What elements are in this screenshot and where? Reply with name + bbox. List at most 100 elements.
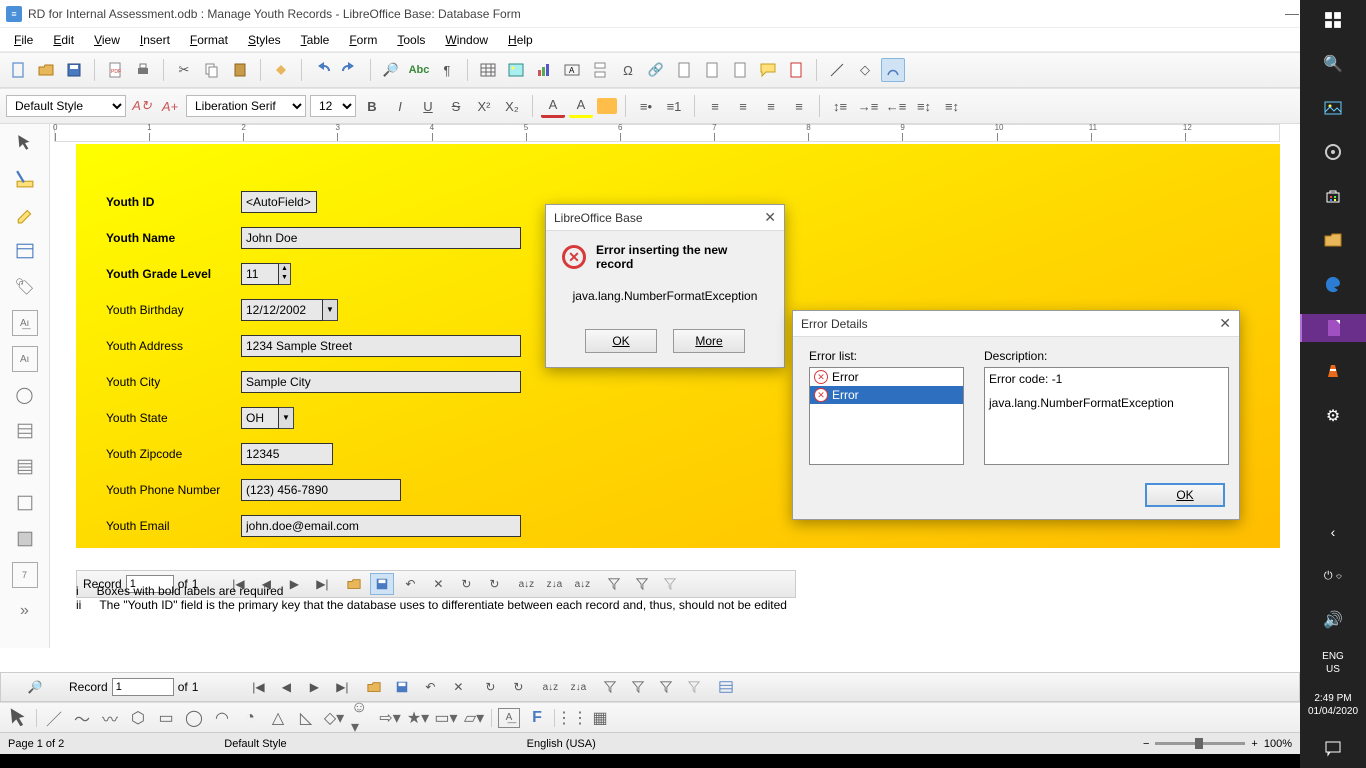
disc-taskbar-icon[interactable] <box>1319 138 1347 166</box>
radio-icon[interactable]: ◯ <box>12 382 38 408</box>
table-icon[interactable] <box>476 58 500 82</box>
field-email[interactable] <box>241 515 521 537</box>
symbol-shapes-icon[interactable]: ☺▾ <box>351 708 373 728</box>
draw-pie-icon[interactable]: ◔ <box>239 708 261 728</box>
paraspacing-dec-icon[interactable]: ≡↕ <box>940 94 964 118</box>
draw-arc-icon[interactable]: ◠ <box>211 708 233 728</box>
align-right-icon[interactable]: ≡ <box>759 94 783 118</box>
ruler-icon[interactable] <box>12 166 38 192</box>
refresh-control-icon2[interactable]: ↻ <box>506 676 530 698</box>
textfield2-icon[interactable]: Aι <box>12 346 38 372</box>
refresh-icon2[interactable]: ↻ <box>478 676 502 698</box>
field-address[interactable] <box>241 335 521 357</box>
trackchanges-icon[interactable] <box>784 58 808 82</box>
textfield-icon[interactable]: A͟ι <box>12 310 38 336</box>
menu-styles[interactable]: Styles <box>238 31 291 49</box>
edge-taskbar-icon[interactable] <box>1319 270 1347 298</box>
more-icon[interactable] <box>12 490 38 516</box>
grade-spinner[interactable]: ▲▼ <box>279 263 291 285</box>
arrow-shapes-icon[interactable]: ⇨▾ <box>379 708 401 728</box>
paraspacing-inc-icon[interactable]: ≡↕ <box>912 94 936 118</box>
textbox-tool-icon[interactable]: A͟ <box>498 708 520 728</box>
field-city[interactable] <box>241 371 521 393</box>
strike-icon[interactable]: S <box>444 94 468 118</box>
explorer-taskbar-icon[interactable] <box>1319 226 1347 254</box>
cut-icon[interactable]: ✂ <box>172 58 196 82</box>
autofilter-icon2[interactable] <box>598 676 622 698</box>
menu-edit[interactable]: Edit <box>43 31 84 49</box>
crossref-icon[interactable] <box>728 58 752 82</box>
applyfilter-icon2[interactable] <box>626 676 650 698</box>
minimize-button[interactable]: ― <box>1285 5 1299 22</box>
save-record-icon2[interactable] <box>390 676 414 698</box>
menu-format[interactable]: Format <box>180 31 238 49</box>
copy-icon[interactable] <box>200 58 224 82</box>
birthday-dropdown-icon[interactable]: ▼ <box>323 300 337 319</box>
draw-rtriangle-icon[interactable]: ◺ <box>295 708 317 728</box>
draw-triangle-icon[interactable]: △ <box>267 708 289 728</box>
update-style-icon[interactable]: A↻ <box>130 94 154 118</box>
undo-icon[interactable] <box>310 58 334 82</box>
zoom-control[interactable]: − + 100% <box>1143 738 1292 750</box>
find-icon[interactable]: 🔎 <box>379 58 403 82</box>
group-icon[interactable]: ▦ <box>589 708 611 728</box>
bold-icon[interactable]: B <box>360 94 384 118</box>
formfilter-icon2[interactable] <box>654 676 678 698</box>
field-youth-id[interactable] <box>241 191 317 213</box>
highlight-icon[interactable]: A <box>569 94 593 118</box>
store-taskbar-icon[interactable] <box>1319 182 1347 210</box>
draw-freeform-icon[interactable]: 〰 <box>99 708 121 728</box>
align-left-icon[interactable]: ≡ <box>703 94 727 118</box>
align-justify-icon[interactable]: ≡ <box>787 94 811 118</box>
indent-inc-icon[interactable]: →≡ <box>856 94 880 118</box>
chart-icon[interactable] <box>532 58 556 82</box>
taskbar-clock-lang[interactable]: ENGUS <box>1322 650 1344 676</box>
charbg-icon[interactable] <box>597 98 617 114</box>
draw-polygon-icon[interactable]: ⬡ <box>127 708 149 728</box>
removefilter-icon2[interactable] <box>682 676 706 698</box>
settings-taskbar-icon[interactable]: ⚙ <box>1319 402 1347 430</box>
image-icon[interactable] <box>504 58 528 82</box>
field-phone[interactable] <box>241 479 401 501</box>
start-icon[interactable] <box>1319 6 1347 34</box>
first-record-icon2[interactable]: |◀ <box>246 676 270 698</box>
highlight-tool-icon[interactable] <box>12 202 38 228</box>
error-more-button[interactable]: More <box>673 329 745 353</box>
bookmark-icon[interactable] <box>700 58 724 82</box>
error-ok-button[interactable]: OK <box>585 329 657 353</box>
list-icon[interactable] <box>12 418 38 444</box>
print-icon[interactable] <box>131 58 155 82</box>
save-icon[interactable] <box>62 58 86 82</box>
new-style-icon[interactable]: A+ <box>158 94 182 118</box>
points-icon[interactable]: ⋮⋮ <box>561 708 583 728</box>
error-details-ok-button[interactable]: OK <box>1145 483 1225 507</box>
underline-icon[interactable]: U <box>416 94 440 118</box>
menu-insert[interactable]: Insert <box>130 31 180 49</box>
record-number-input2[interactable] <box>112 678 174 696</box>
menu-window[interactable]: Window <box>435 31 498 49</box>
menu-form[interactable]: Form <box>339 31 387 49</box>
pagebreak-icon[interactable] <box>588 58 612 82</box>
footnote-icon[interactable] <box>672 58 696 82</box>
spellcheck-icon[interactable]: Abc <box>407 58 431 82</box>
star-shapes-icon[interactable]: ★▾ <box>407 708 429 728</box>
select-icon[interactable] <box>12 130 38 156</box>
draw-ellipse-icon[interactable]: ◯ <box>183 708 205 728</box>
search-taskbar-icon[interactable]: 🔍 <box>1319 50 1347 78</box>
basic-shapes-icon[interactable]: ◇▾ <box>323 708 345 728</box>
menu-tools[interactable]: Tools <box>387 31 435 49</box>
comment-icon[interactable] <box>756 58 780 82</box>
shapes-icon[interactable]: ◇ <box>853 58 877 82</box>
draw-line-icon[interactable]: ／ <box>43 708 65 728</box>
last-record-icon2[interactable]: ▶| <box>330 676 354 698</box>
list2-icon[interactable] <box>12 454 38 480</box>
indent-dec-icon[interactable]: ←≡ <box>884 94 908 118</box>
fontsize-select[interactable]: 12 <box>310 95 356 117</box>
menu-view[interactable]: View <box>84 31 130 49</box>
bullets-icon[interactable]: ≡• <box>634 94 658 118</box>
sort-desc-icon2[interactable]: z↓a <box>566 676 590 698</box>
overflow-icon[interactable]: » <box>12 598 38 624</box>
fontwork-icon[interactable]: F <box>526 708 548 728</box>
pilcrow-icon[interactable]: ¶ <box>435 58 459 82</box>
line-icon[interactable] <box>825 58 849 82</box>
